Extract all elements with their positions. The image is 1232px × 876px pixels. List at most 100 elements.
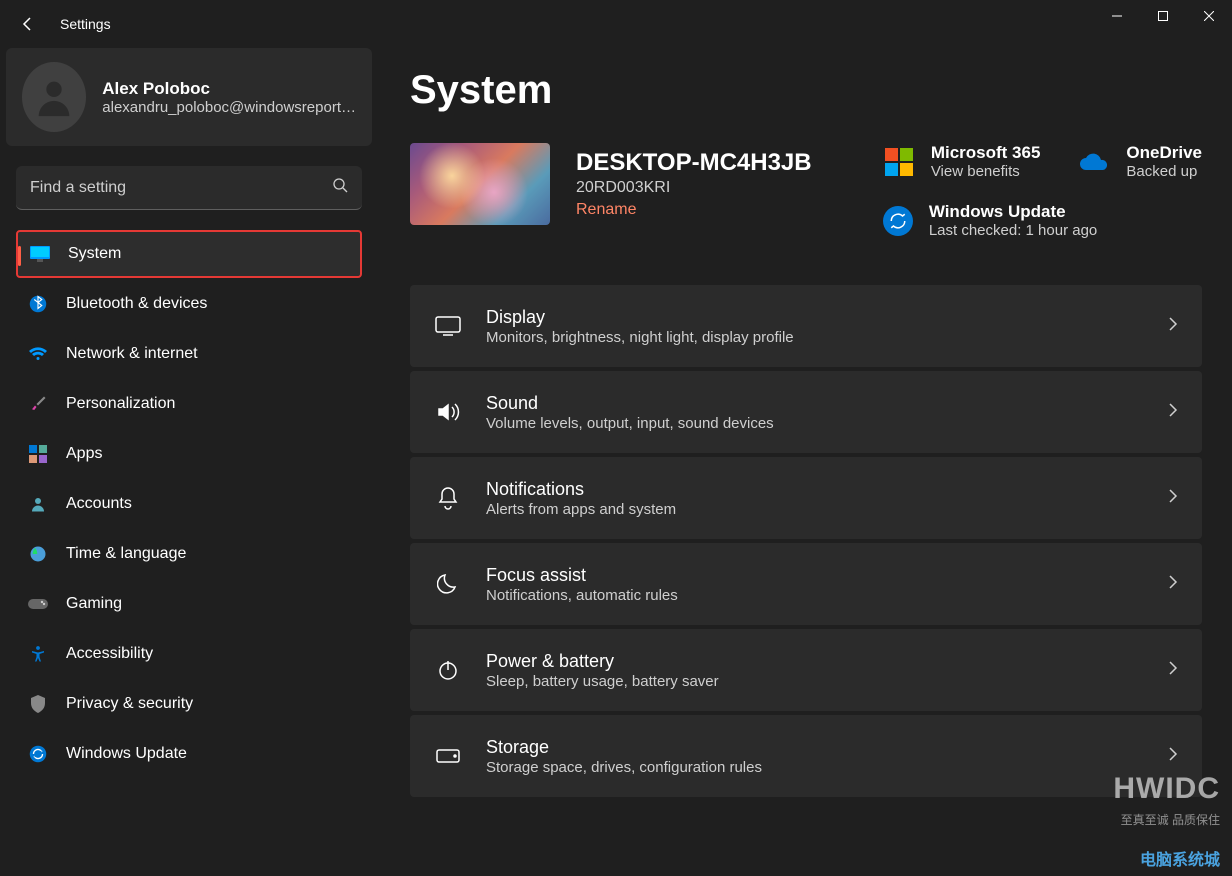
chevron-right-icon xyxy=(1168,316,1178,337)
apps-icon xyxy=(28,444,48,464)
search-icon xyxy=(332,177,348,198)
nav-item-gaming[interactable]: Gaming xyxy=(16,580,362,628)
cloud-icon xyxy=(1078,146,1110,178)
bell-icon xyxy=(434,484,462,512)
accessibility-icon xyxy=(28,644,48,664)
shield-icon xyxy=(28,694,48,714)
nav-item-network-internet[interactable]: Network & internet xyxy=(16,330,362,378)
profile-name: Alex Poloboc xyxy=(102,79,356,99)
nav-label: Accounts xyxy=(66,495,132,513)
bluetooth-icon xyxy=(28,294,48,314)
setting-title: Storage xyxy=(486,737,1144,758)
window-title: Settings xyxy=(60,16,111,32)
onedrive-card[interactable]: OneDriveBacked up xyxy=(1078,143,1202,180)
nav-label: Windows Update xyxy=(66,745,187,763)
update-sub: Last checked: 1 hour ago xyxy=(929,222,1097,239)
device-row: DESKTOP-MC4H3JB 20RD003KRI Rename Micros… xyxy=(410,143,1202,239)
chevron-right-icon xyxy=(1168,660,1178,681)
sidebar: Alex Poloboc alexandru_poloboc@windowsre… xyxy=(0,48,380,876)
setting-title: Power & battery xyxy=(486,651,1144,672)
setting-title: Focus assist xyxy=(486,565,1144,586)
nav-label: Time & language xyxy=(66,545,186,563)
setting-subtitle: Monitors, brightness, night light, displ… xyxy=(486,329,1144,346)
nav-label: Apps xyxy=(66,445,102,463)
profile-email: alexandru_poloboc@windowsreport… xyxy=(102,99,356,116)
sound-icon xyxy=(434,398,462,426)
wifi-icon xyxy=(28,344,48,364)
nav-label: Accessibility xyxy=(66,645,153,663)
chevron-right-icon xyxy=(1168,746,1178,767)
sync-icon xyxy=(883,206,913,236)
window-controls xyxy=(1094,0,1232,32)
microsoft-icon xyxy=(883,146,915,178)
chevron-right-icon xyxy=(1168,488,1178,509)
update-card[interactable]: Windows UpdateLast checked: 1 hour ago xyxy=(883,202,1202,239)
gamepad-icon xyxy=(28,594,48,614)
watermark-site: 电脑系统城 xyxy=(1140,846,1220,870)
setting-subtitle: Notifications, automatic rules xyxy=(486,587,1144,604)
nav-item-apps[interactable]: Apps xyxy=(16,430,362,478)
minimize-button[interactable] xyxy=(1094,0,1140,32)
storage-icon xyxy=(434,742,462,770)
setting-subtitle: Volume levels, output, input, sound devi… xyxy=(486,415,1144,432)
nav-label: Bluetooth & devices xyxy=(66,295,207,313)
setting-focus-assist[interactable]: Focus assistNotifications, automatic rul… xyxy=(410,543,1202,625)
watermark-brand: HWIDC xyxy=(1113,772,1220,806)
nav-label: System xyxy=(68,245,121,263)
sync-icon xyxy=(28,744,48,764)
chevron-right-icon xyxy=(1168,402,1178,423)
ms365-sub: View benefits xyxy=(931,163,1041,180)
setting-title: Display xyxy=(486,307,1144,328)
nav-item-time-language[interactable]: Time & language xyxy=(16,530,362,578)
device-name: DESKTOP-MC4H3JB xyxy=(576,149,812,177)
chevron-right-icon xyxy=(1168,574,1178,595)
onedrive-sub: Backed up xyxy=(1126,163,1202,180)
page-title: System xyxy=(410,68,1202,113)
main-panel: System DESKTOP-MC4H3JB 20RD003KRI Rename… xyxy=(380,48,1232,876)
nav-item-personalization[interactable]: Personalization xyxy=(16,380,362,428)
onedrive-title: OneDrive xyxy=(1126,143,1202,163)
moon-icon xyxy=(434,570,462,598)
monitor-icon xyxy=(30,244,50,264)
power-icon xyxy=(434,656,462,684)
desktop-thumbnail xyxy=(410,143,550,225)
search-input[interactable] xyxy=(30,179,332,197)
nav-label: Personalization xyxy=(66,395,175,413)
nav-label: Gaming xyxy=(66,595,122,613)
avatar xyxy=(22,62,86,132)
nav-label: Network & internet xyxy=(66,345,198,363)
profile-card[interactable]: Alex Poloboc alexandru_poloboc@windowsre… xyxy=(6,48,372,146)
display-icon xyxy=(434,312,462,340)
device-model: 20RD003KRI xyxy=(576,179,812,197)
setting-notifications[interactable]: NotificationsAlerts from apps and system xyxy=(410,457,1202,539)
setting-subtitle: Alerts from apps and system xyxy=(486,501,1144,518)
watermark-tag: 至真至诚 品质保住 xyxy=(1121,811,1220,828)
update-title: Windows Update xyxy=(929,202,1097,222)
close-button[interactable] xyxy=(1186,0,1232,32)
maximize-button[interactable] xyxy=(1140,0,1186,32)
person-icon xyxy=(28,494,48,514)
nav-list: System Bluetooth & devices Network & inter… xyxy=(6,230,372,778)
setting-display[interactable]: DisplayMonitors, brightness, night light… xyxy=(410,285,1202,367)
setting-title: Notifications xyxy=(486,479,1144,500)
nav-item-accessibility[interactable]: Accessibility xyxy=(16,630,362,678)
rename-link[interactable]: Rename xyxy=(576,201,812,219)
setting-power-battery[interactable]: Power & batterySleep, battery usage, bat… xyxy=(410,629,1202,711)
setting-storage[interactable]: StorageStorage space, drives, configurat… xyxy=(410,715,1202,797)
back-button[interactable] xyxy=(8,4,48,44)
nav-item-accounts[interactable]: Accounts xyxy=(16,480,362,528)
titlebar: Settings xyxy=(0,0,1232,48)
setting-title: Sound xyxy=(486,393,1144,414)
nav-item-privacy-security[interactable]: Privacy & security xyxy=(16,680,362,728)
nav-label: Privacy & security xyxy=(66,695,193,713)
search-box[interactable] xyxy=(16,166,362,210)
nav-item-windows-update[interactable]: Windows Update xyxy=(16,730,362,778)
nav-item-system[interactable]: System xyxy=(16,230,362,278)
nav-item-bluetooth-devices[interactable]: Bluetooth & devices xyxy=(16,280,362,328)
ms365-card[interactable]: Microsoft 365View benefits xyxy=(883,143,1041,180)
setting-subtitle: Sleep, battery usage, battery saver xyxy=(486,673,1144,690)
brush-icon xyxy=(28,394,48,414)
setting-sound[interactable]: SoundVolume levels, output, input, sound… xyxy=(410,371,1202,453)
ms365-title: Microsoft 365 xyxy=(931,143,1041,163)
globe-icon xyxy=(28,544,48,564)
